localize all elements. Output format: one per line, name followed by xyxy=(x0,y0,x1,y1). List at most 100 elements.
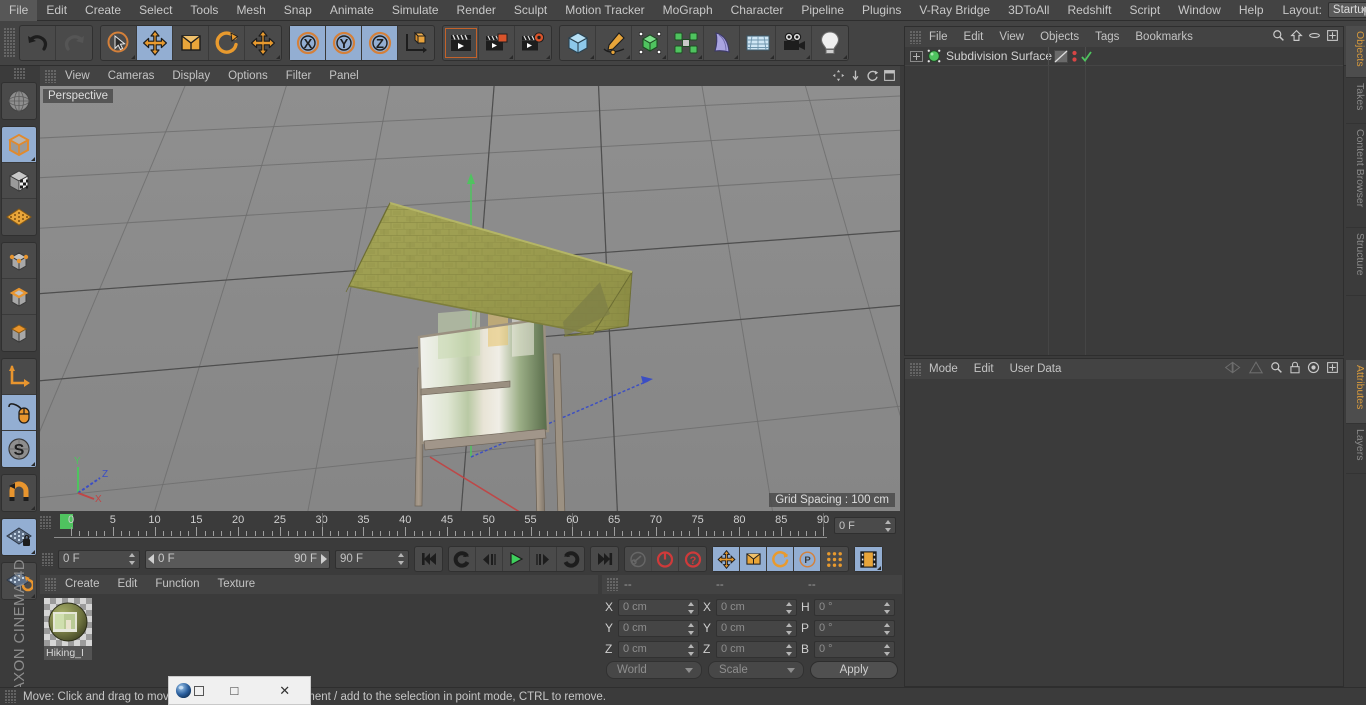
material-preview[interactable] xyxy=(44,598,92,646)
coordinates-grip[interactable] xyxy=(607,578,618,591)
add-mograph-button[interactable] xyxy=(668,26,704,60)
menu-item-motion-tracker[interactable]: Motion Tracker xyxy=(556,0,653,21)
enable-snap-button[interactable]: S xyxy=(2,431,36,467)
home-icon[interactable] xyxy=(1290,29,1303,42)
tab-takes[interactable]: Takes xyxy=(1346,78,1366,124)
lock-icon[interactable] xyxy=(1289,361,1301,374)
material-grip[interactable] xyxy=(45,578,56,591)
menu-item-edit[interactable]: Edit xyxy=(37,0,76,21)
left-toolbar-grip[interactable] xyxy=(13,68,25,79)
rotate-camera-icon[interactable] xyxy=(866,69,879,82)
spinner-icon[interactable] xyxy=(884,643,891,656)
render-view-button[interactable] xyxy=(443,26,479,60)
coordinate-system-select[interactable]: World xyxy=(606,661,702,679)
menu-item-plugins[interactable]: Plugins xyxy=(853,0,910,21)
add-environment-button[interactable] xyxy=(740,26,776,60)
record-position-button[interactable] xyxy=(713,547,740,571)
object-menu-bookmarks[interactable]: Bookmarks xyxy=(1127,27,1201,47)
lock-workplane-button[interactable] xyxy=(2,519,36,555)
search-icon[interactable] xyxy=(1270,361,1283,374)
object-menu-objects[interactable]: Objects xyxy=(1032,27,1087,47)
spinner-icon[interactable] xyxy=(786,601,793,614)
spinner-icon[interactable] xyxy=(688,622,695,635)
next-frame-button[interactable] xyxy=(530,547,557,571)
attributes-body[interactable] xyxy=(905,379,1343,686)
enable-axis-modification-button[interactable] xyxy=(2,359,36,395)
range-right-arrow-icon[interactable] xyxy=(321,554,327,564)
add-deformer-button[interactable] xyxy=(704,26,740,60)
rotation-b-field[interactable]: 0 ° xyxy=(814,640,895,658)
spinner-icon[interactable] xyxy=(786,622,793,635)
apply-button[interactable]: Apply xyxy=(810,661,898,679)
rotation-p-field[interactable]: 0 ° xyxy=(814,619,895,637)
menu-item-mograph[interactable]: MoGraph xyxy=(654,0,722,21)
menu-item-vray-bridge[interactable]: V-Ray Bridge xyxy=(910,0,999,21)
size-y-field[interactable]: 0 cm xyxy=(716,619,797,637)
points-mode-button[interactable] xyxy=(2,243,36,279)
add-cube-button[interactable] xyxy=(560,26,596,60)
menu-item-select[interactable]: Select xyxy=(130,0,181,21)
size-x-field[interactable]: 0 cm xyxy=(716,598,797,616)
viewport-menu-options[interactable]: Options xyxy=(219,66,277,86)
scale-tool[interactable] xyxy=(173,26,209,60)
expand-toggle-icon[interactable] xyxy=(910,50,923,62)
record-pla-button[interactable]: P xyxy=(794,547,821,571)
object-tree[interactable]: Subdivision Surface xyxy=(905,47,1343,355)
spinner-icon[interactable] xyxy=(688,643,695,656)
attributes-menu-user-data[interactable]: User Data xyxy=(1002,359,1070,379)
menu-item-tools[interactable]: Tools xyxy=(181,0,227,21)
texture-mode-button[interactable] xyxy=(2,199,36,235)
play-button[interactable] xyxy=(503,547,530,571)
polygons-mode-button[interactable] xyxy=(2,315,36,351)
record-point-level-animation-button[interactable] xyxy=(821,547,848,571)
size-mode-select[interactable]: Scale xyxy=(708,661,804,679)
maximize-viewport-icon[interactable] xyxy=(883,69,896,82)
menu-item-mesh[interactable]: Mesh xyxy=(227,0,274,21)
rotate-tool[interactable] xyxy=(209,26,245,60)
play-forward-loop-button[interactable] xyxy=(557,547,584,571)
menu-item-file[interactable]: File xyxy=(0,0,38,21)
tab-structure[interactable]: Structure xyxy=(1346,228,1366,296)
viewport-menu-filter[interactable]: Filter xyxy=(277,66,321,86)
search-icon[interactable] xyxy=(1272,29,1285,42)
material-menu-function[interactable]: Function xyxy=(146,575,208,594)
maximize-icon[interactable] xyxy=(1326,361,1339,374)
material-menu-edit[interactable]: Edit xyxy=(109,575,147,594)
menu-item-animate[interactable]: Animate xyxy=(321,0,383,21)
object-menu-tags[interactable]: Tags xyxy=(1087,27,1127,47)
position-x-field[interactable]: 0 cm xyxy=(618,598,699,616)
previous-frame-button[interactable] xyxy=(476,547,503,571)
menu-item-redshift[interactable]: Redshift xyxy=(1058,0,1120,21)
redo-button[interactable] xyxy=(56,26,92,60)
menu-item-snap[interactable]: Snap xyxy=(275,0,321,21)
green-check-tag-icon[interactable] xyxy=(1081,50,1092,63)
menu-item-simulate[interactable]: Simulate xyxy=(383,0,448,21)
undo-button[interactable] xyxy=(20,26,56,60)
autokeying-button[interactable] xyxy=(652,547,679,571)
record-scale-button[interactable] xyxy=(740,547,767,571)
end-frame-field[interactable]: 90 F xyxy=(335,549,409,569)
position-z-field[interactable]: 0 cm xyxy=(618,640,699,658)
status-grip[interactable] xyxy=(5,690,16,703)
spinner-icon[interactable] xyxy=(786,643,793,656)
move-camera-icon[interactable] xyxy=(849,69,862,82)
spinner-icon[interactable] xyxy=(129,552,136,565)
toolbar-grip[interactable] xyxy=(4,28,15,58)
timeline-grip[interactable] xyxy=(40,516,51,529)
move-tool[interactable] xyxy=(137,26,173,60)
lock-x-axis-button[interactable]: X xyxy=(290,26,326,60)
pan-icon[interactable] xyxy=(832,69,845,82)
tab-objects[interactable]: Objects xyxy=(1346,26,1366,78)
menu-item-render[interactable]: Render xyxy=(448,0,505,21)
menu-item-sculpt[interactable]: Sculpt xyxy=(505,0,556,21)
record-rotation-button[interactable] xyxy=(767,547,794,571)
add-spline-button[interactable] xyxy=(596,26,632,60)
material-item[interactable]: Hiking_I xyxy=(44,598,92,660)
model-mode-button[interactable] xyxy=(2,163,36,199)
minimize-icon[interactable] xyxy=(1308,29,1321,42)
edges-mode-button[interactable] xyxy=(2,279,36,315)
menu-item-character[interactable]: Character xyxy=(722,0,793,21)
spinner-icon[interactable] xyxy=(884,622,891,635)
viewport-menu-panel[interactable]: Panel xyxy=(320,66,367,86)
menu-item-pipeline[interactable]: Pipeline xyxy=(792,0,853,21)
